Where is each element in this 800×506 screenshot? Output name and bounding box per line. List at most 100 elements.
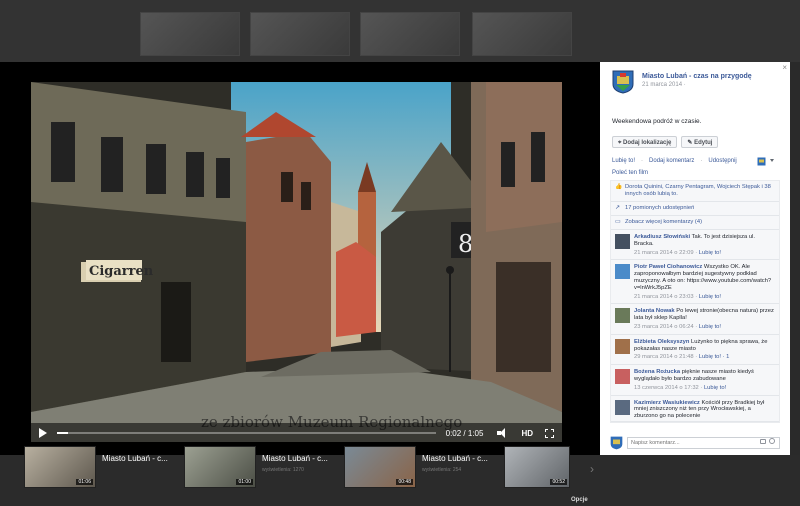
- progress-bar[interactable]: [57, 432, 436, 434]
- progress-fill: [57, 432, 69, 434]
- more-comments-text: Zobacz więcej komentarzy (4): [625, 219, 702, 225]
- thumb-up-icon: 👍: [615, 184, 623, 190]
- page-crest-small-icon[interactable]: [757, 157, 766, 166]
- comment-link[interactable]: Dodaj komentarz: [649, 158, 694, 164]
- likes-summary[interactable]: 👍 Dorota Quinini, Czarny Pentagram, Wojci…: [611, 181, 779, 202]
- options-link[interactable]: Opcje: [571, 497, 588, 503]
- comment-author[interactable]: Elżbieta Oleksyszyn: [634, 339, 689, 345]
- comment: Jolanta Nowak Po lewej stronie(obecna na…: [611, 304, 779, 335]
- related-title: Miasto Lubań - c...: [422, 454, 488, 463]
- comment-input[interactable]: [627, 436, 780, 449]
- avatar[interactable]: [615, 308, 630, 324]
- related-duration: 01:00: [236, 479, 253, 485]
- comment-timestamp[interactable]: 21 marca 2014 o 23:03 ·: [634, 294, 699, 300]
- background-thumbnail: [250, 12, 350, 56]
- house-number: 8: [458, 230, 473, 258]
- comment-composer: [610, 434, 780, 451]
- comment-author[interactable]: Bożena Rożucka: [634, 369, 680, 375]
- comment-timestamp[interactable]: 21 marca 2014 o 22:09 ·: [634, 250, 699, 256]
- shares-summary[interactable]: ↗ 17 pomionych udostępnień: [611, 202, 779, 216]
- recommend-link[interactable]: Poleć ten film: [612, 170, 648, 176]
- avatar[interactable]: [615, 369, 630, 385]
- composer-avatar: [610, 436, 623, 449]
- feedback-box: 👍 Dorota Quinini, Czarny Pentagram, Wojci…: [610, 180, 780, 423]
- like-link[interactable]: Lubię to!: [612, 158, 635, 164]
- separator: ·: [700, 158, 703, 164]
- post-date[interactable]: 21 marca 2014 ·: [642, 82, 752, 88]
- comment-like-link[interactable]: Lubię to! · 1: [699, 354, 730, 360]
- post-caption: Weekendowa podróż w czasie.: [612, 118, 702, 125]
- video-controls: 0:02 / 1:05 HD: [31, 423, 562, 443]
- video-frame: 8 Cigarren ze zbiorów Muzeum Regionalneg…: [31, 82, 562, 442]
- comment-author[interactable]: Kazimierz Wasiukiewicz: [634, 400, 700, 406]
- fullscreen-icon[interactable]: [545, 428, 554, 438]
- page-crest-icon[interactable]: [612, 70, 634, 94]
- comment-like-link[interactable]: Lubię to!: [699, 294, 721, 300]
- emoji-icon[interactable]: [769, 438, 775, 444]
- volume-icon[interactable]: [497, 428, 509, 438]
- edit-button[interactable]: ✎ Edytuj: [681, 136, 719, 148]
- author-row: Miasto Lubań - czas na przygodę 21 marca…: [612, 70, 752, 94]
- related-video[interactable]: 00:48 Miasto Lubań - c... wyświetlenia: 2…: [344, 446, 496, 490]
- add-location-label: Dodaj lokalizację: [623, 140, 672, 146]
- comment-icon: ▭: [615, 219, 621, 225]
- comment-like-link[interactable]: Lubię to!: [704, 385, 726, 391]
- comment-author[interactable]: Arkadiusz Słowiński: [634, 234, 690, 240]
- comment: Arkadiusz Słowiński Tak. To jest dzisiej…: [611, 230, 779, 261]
- more-comments-link[interactable]: ▭ Zobacz więcej komentarzy (4): [611, 216, 779, 230]
- share-link[interactable]: Udostępnij: [708, 158, 736, 164]
- comment: Kazimierz Wasiukiewicz Kościół przy Brad…: [611, 396, 779, 422]
- related-title: Miasto Lubań - c...: [102, 454, 168, 463]
- related-video[interactable]: 01:00 Miasto Lubań - c... wyświetlenia: 1…: [184, 446, 336, 490]
- play-icon[interactable]: [39, 428, 47, 438]
- chevron-down-icon[interactable]: [770, 159, 774, 162]
- shop-sign-text: Cigarren: [89, 264, 154, 279]
- shares-text: 17 pomionych udostępnień: [625, 205, 695, 211]
- comment: Bożena Rożucka pięknie nasze miasto kied…: [611, 365, 779, 396]
- comment-timestamp[interactable]: 29 marca 2014 o 21:48 ·: [634, 354, 699, 360]
- side-panel: × Miasto Lubań - czas na przygodę 21 mar…: [600, 62, 790, 455]
- background-thumbnail: [140, 12, 240, 56]
- comment: Elżbieta Oleksyszyn Lużynko to piękna sp…: [611, 335, 779, 366]
- comment-like-link[interactable]: Lubię to!: [699, 250, 721, 256]
- related-thumbnail: 01:00: [184, 446, 256, 488]
- avatar[interactable]: [615, 399, 630, 415]
- comment-timestamp[interactable]: 13 czerwca 2014 o 17:32 ·: [634, 385, 704, 391]
- related-thumbnail: 00:52: [504, 446, 570, 488]
- related-duration: 00:48: [396, 479, 413, 485]
- lightbox-stage: 8 Cigarren ze zbiorów Muzeum Regionalneg…: [0, 62, 600, 503]
- video-player[interactable]: 8 Cigarren ze zbiorów Muzeum Regionalneg…: [31, 82, 562, 442]
- comment: Piotr Paweł Ciohanowicz Wszystko OK. Ale…: [611, 260, 779, 305]
- separator: ·: [641, 158, 644, 164]
- comment-timestamp[interactable]: 23 marca 2014 o 06:24 ·: [634, 324, 699, 330]
- comment-author[interactable]: Jolanta Nowak: [634, 308, 675, 314]
- related-title: Miasto Lubań - c...: [262, 454, 328, 463]
- comment-like-link[interactable]: Lubię to!: [699, 324, 721, 330]
- background-thumbnail: [472, 12, 572, 56]
- background-thumbnail: [360, 12, 460, 56]
- background-header-strip: [0, 0, 800, 62]
- avatar[interactable]: [615, 264, 630, 280]
- related-video[interactable]: 01:06 Miasto Lubań - c...: [24, 446, 176, 490]
- edit-label: Edytuj: [694, 140, 713, 146]
- avatar[interactable]: [615, 338, 630, 354]
- close-icon[interactable]: ×: [782, 63, 787, 72]
- related-video[interactable]: 00:52: [504, 446, 570, 490]
- related-thumbnail: 00:48: [344, 446, 416, 488]
- likes-text: Dorota Quinini, Czarny Pentagram, Wojcie…: [625, 184, 771, 197]
- related-sub: wyświetlenia: 254: [422, 467, 462, 473]
- related-sub: wyświetlenia: 1270: [262, 467, 304, 473]
- comment-author[interactable]: Piotr Paweł Ciohanowicz: [634, 264, 702, 270]
- chevron-right-icon[interactable]: ›: [590, 462, 594, 476]
- related-duration: 01:06: [76, 479, 93, 485]
- post-button-row: ⌖ Dodaj lokalizację ✎ Edytuj: [612, 136, 719, 148]
- share-icon: ↗: [615, 205, 620, 211]
- related-thumbnail: 01:06: [24, 446, 96, 488]
- avatar[interactable]: [615, 234, 630, 249]
- camera-icon[interactable]: [760, 439, 766, 444]
- author-name[interactable]: Miasto Lubań - czas na przygodę: [642, 73, 752, 80]
- time-readout: 0:02 / 1:05: [445, 428, 484, 438]
- add-location-button[interactable]: ⌖ Dodaj lokalizację: [612, 136, 678, 148]
- hd-button[interactable]: HD: [521, 429, 533, 438]
- related-duration: 00:52: [550, 479, 567, 485]
